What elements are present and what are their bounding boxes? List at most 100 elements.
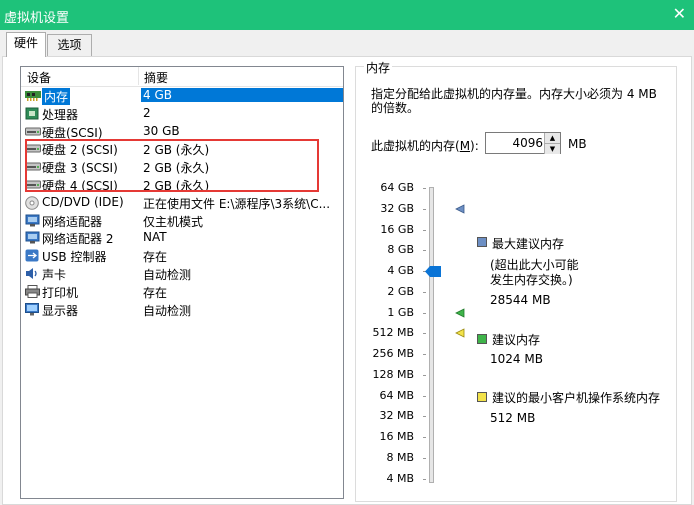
device-summary: 仅主机模式 [143,214,204,229]
column-header-device[interactable]: 设备 [27,69,51,86]
scale-tick-label: 32 GB [380,201,414,215]
device-row[interactable]: 网络适配器 仅主机模式 [21,212,343,230]
column-separator[interactable] [138,67,139,85]
tab-hardware[interactable]: 硬件 [6,32,46,57]
memory-description: 指定分配给此虚拟机的内存量。内存大小必须为 4 MB 的倍数。 [371,87,657,115]
device-summary: 存在 [143,285,168,300]
display-icon [25,302,39,316]
sound-card-icon [25,267,39,280]
memory-unit: MB [568,137,587,151]
scale-tick-label: 256 MB [372,347,414,360]
memory-slider-thumb[interactable] [425,266,441,277]
scale-tick-label: 128 MB [372,367,414,381]
device-name: 网络适配器 2 [42,232,114,247]
device-row[interactable]: 网络适配器 2 NAT [21,229,343,247]
device-name: 打印机 [42,285,79,300]
min-guest-title: 建议的最小客户机操作系统内存 [492,391,661,405]
scale-tick-mark [423,395,426,397]
column-header-summary[interactable]: 摘要 [144,69,168,86]
scale-tick-mark [423,333,426,335]
device-rows: 内存 4 GB 处理器 2 硬盘(SCSI) 30 GB 硬盘 2 (SCSI) 2 GB (… [21,87,343,318]
scale-tick-label: 16 GB [380,222,414,236]
processor-icon [25,107,39,120]
device-list: 设备 摘要 内存 4 GB 处理器 2 硬盘(SCSI) 30 GB 硬盘 2 (SCSI)… [20,66,344,499]
device-summary: NAT [143,230,167,245]
highlight-box [25,139,319,192]
recommended-value: 1024 MB [490,352,543,366]
scale-tick-label: 4 MB [386,471,414,485]
close-icon[interactable]: ✕ [673,4,686,23]
scale-tick-label: 32 MB [379,409,414,423]
network-adapter-icon [25,214,40,227]
device-row[interactable]: 声卡 自动检测 [21,265,343,283]
tab-bar: 硬件 选项 [0,30,694,58]
device-summary: 存在 [143,250,168,265]
device-summary: 4 GB [141,88,343,102]
max-recommended-marker-icon [455,204,465,214]
memory-slider-track[interactable] [429,187,434,483]
memory-label-prefix: 此虚拟机的内存( [371,139,460,153]
device-row[interactable]: CD/DVD (IDE) 正在使用文件 E:\源程序\3系统\C... [21,194,343,212]
scale-tick-mark [423,478,426,480]
memory-label-suffix: ): [470,139,479,153]
scale-tick-mark [423,291,426,293]
memory-label-accesskey: M [459,139,471,153]
scale-tick-label: 64 MB [379,388,414,402]
memory-icon [25,89,41,102]
device-row[interactable]: 显示器 自动检测 [21,301,343,319]
device-summary: 自动检测 [143,267,192,282]
spin-down-icon[interactable]: ▼ [544,143,560,154]
recommended-title: 建议内存 [492,333,541,347]
cd-dvd-icon [25,195,39,210]
scale-tick-label: 8 MB [386,450,414,464]
scale-tick-mark [423,188,426,189]
device-row[interactable]: 打印机 存在 [21,283,343,301]
device-list-header: 设备 摘要 [21,67,343,87]
device-name: 显示器 [42,303,79,318]
device-name: 内存 [42,88,71,105]
device-name: CD/DVD (IDE) [42,194,124,209]
min-guest-value: 512 MB [490,411,536,425]
scale-tick-mark [423,374,426,376]
scale-tick-mark [423,250,426,252]
device-summary: 正在使用文件 E:\源程序\3系统\C... [143,196,331,211]
memory-group-title: 内存 [364,59,393,76]
network-adapter-icon [25,231,40,244]
tab-options[interactable]: 选项 [47,34,92,56]
spin-up-icon[interactable]: ▲ [544,133,560,143]
max-recommended-swatch-icon [477,237,487,247]
hard-disk-icon [25,125,41,138]
scale-tick-label: 1 GB [387,305,414,319]
max-recommended-note-2: 发生内存交换。) [490,273,573,287]
scale-tick-label: 64 GB [380,181,414,194]
scale-tick-mark [423,208,426,210]
title-bar: 虚拟机设置 ✕ [0,0,694,30]
printer-icon [25,284,40,298]
scale-tick-label: 8 GB [387,243,414,257]
min-guest-swatch-icon [477,392,487,402]
device-row[interactable]: 处理器 2 [21,105,343,123]
device-summary: 30 GB [143,123,180,138]
device-row[interactable]: USB 控制器 存在 [21,247,343,265]
scale-tick-mark [423,354,426,355]
memory-field-label: 此虚拟机的内存(M): [371,137,479,154]
device-summary: 2 [143,105,151,120]
scale-tick-label: 4 GB [387,264,414,277]
window-title: 虚拟机设置 [4,11,70,26]
max-recommended-title: 最大建议内存 [492,237,565,251]
recommended-marker-icon [455,307,465,318]
scale-tick-label: 512 MB [372,326,414,340]
device-row[interactable]: 内存 4 GB [21,87,343,105]
device-row[interactable]: 硬盘(SCSI) 30 GB [21,123,343,141]
usb-icon [25,249,39,262]
memory-input[interactable] [488,135,543,151]
scale-tick-mark [423,437,426,438]
scale-tick-label: 2 GB [387,284,414,298]
device-name: 处理器 [42,107,79,122]
scale-tick-mark [423,416,426,418]
scale-tick-mark [423,229,426,231]
scale-tick-label: 16 MB [379,430,414,443]
min-guest-marker-icon [455,328,465,338]
max-recommended-value: 28544 MB [490,293,551,307]
recommended-swatch-icon [477,334,487,344]
